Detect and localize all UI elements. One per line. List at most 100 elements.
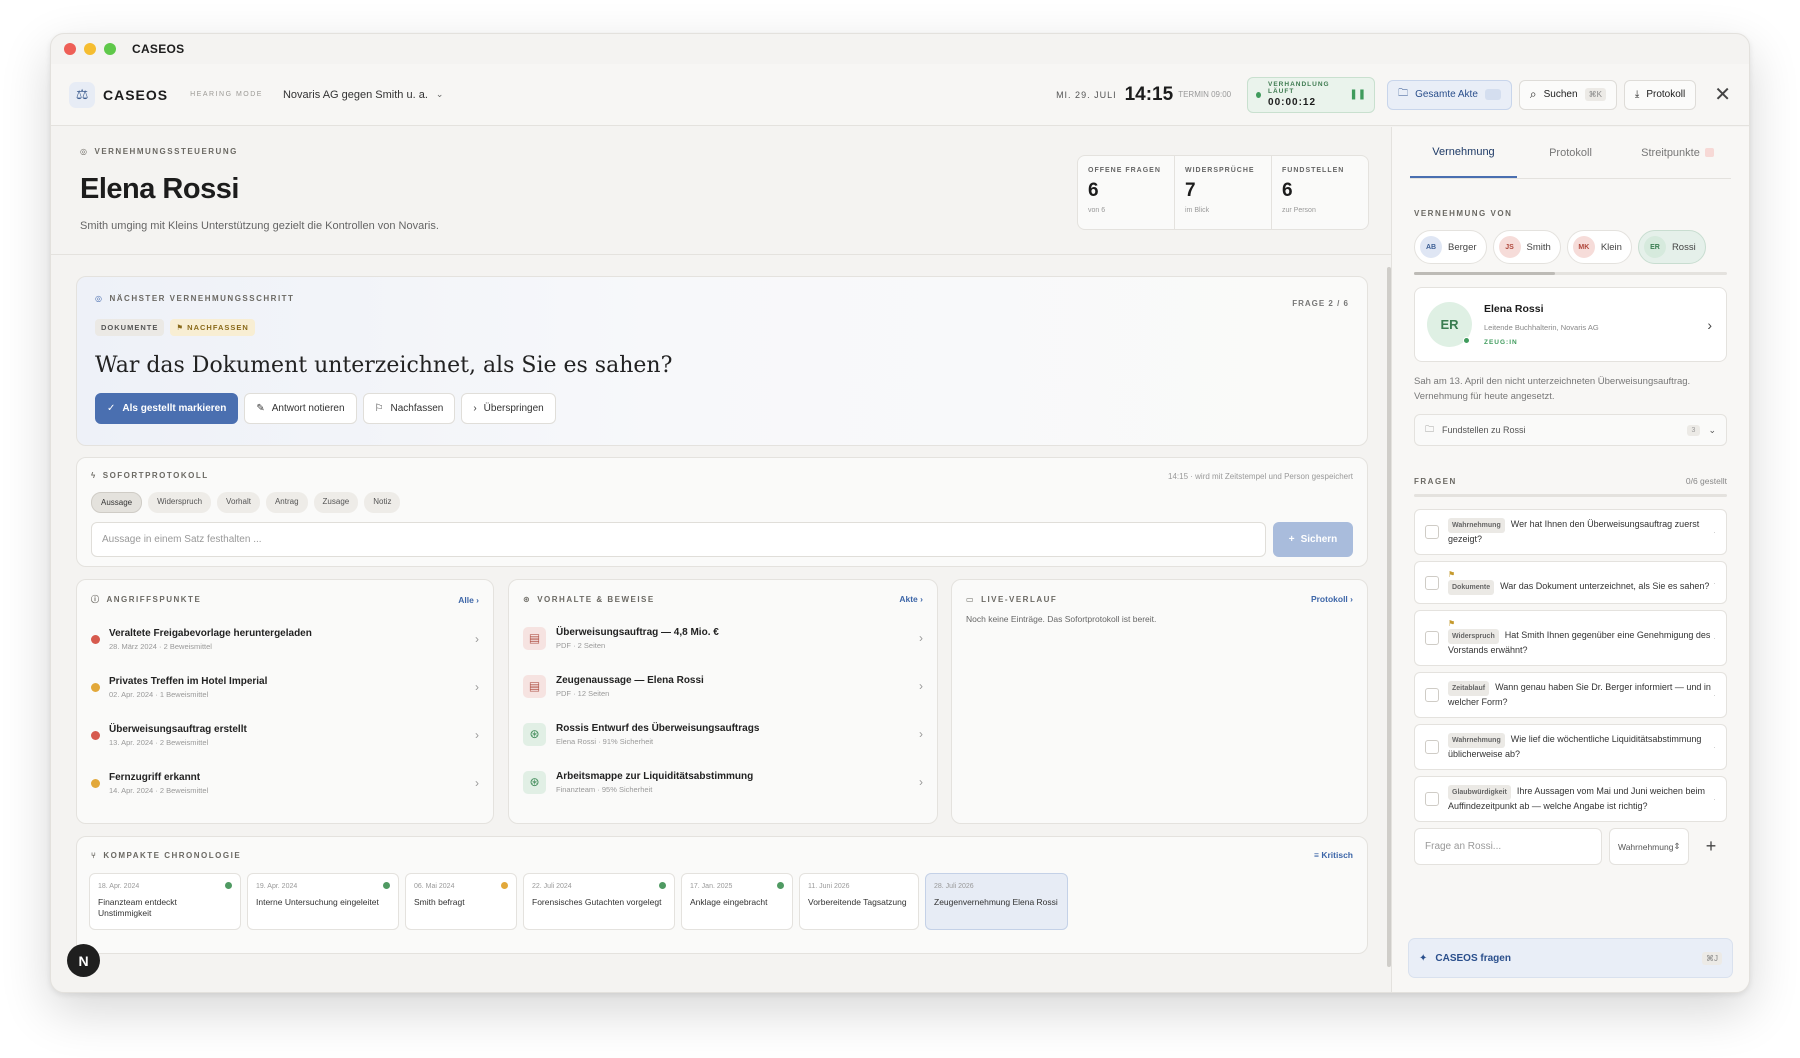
timeline-event-current[interactable]: 28. Juli 2026 Zeugenvernehmung Elena Ros… xyxy=(925,873,1068,930)
save-button[interactable]: + Sichern xyxy=(1273,522,1353,557)
question-item[interactable]: Wahrnehmung Wer hat Ihnen den Überweisung… xyxy=(1414,509,1727,555)
question-checkbox[interactable] xyxy=(1425,740,1439,754)
question-item[interactable]: Zeitablauf Wann genau haben Sie Dr. Berge… xyxy=(1414,672,1727,718)
skip-button[interactable]: › Überspringen xyxy=(461,393,556,424)
person-chip-rossi[interactable]: ER Rossi xyxy=(1637,230,1706,264)
event-date: 06. Mai 2024 xyxy=(414,883,455,890)
question-item[interactable]: Wahrnehmung Wie lief die wöchentliche Liq… xyxy=(1414,724,1727,770)
caseos-ask-button[interactable]: ✦ CASEOS fragen ⌘J xyxy=(1408,938,1733,978)
timeline-event[interactable]: 17. Jan. 2025 Anklage eingebracht xyxy=(681,873,793,930)
list-item[interactable]: ⊛ Arbeitsmappe zur Liquiditätsabstimmung… xyxy=(509,758,937,806)
stat-open-questions: OFFENE FRAGEN 6 von 6 xyxy=(1078,156,1175,229)
chip-motion[interactable]: Antrag xyxy=(265,492,308,513)
attack-points-title: ⓘ ANGRIFFSPUNKTE xyxy=(91,594,201,605)
chip-statement[interactable]: Aussage xyxy=(91,492,143,513)
question-item[interactable]: ⚑ Dokumente War das Dokument unterzeichne… xyxy=(1414,561,1727,604)
list-item[interactable]: Privates Treffen im Hotel Imperial 02. Ap… xyxy=(77,663,493,711)
search-button[interactable]: ⌕ Suchen ⌘K xyxy=(1518,79,1617,110)
full-file-button[interactable]: 🗀 Gesamte Akte xyxy=(1387,79,1512,110)
evidence-file-link[interactable]: Akte › xyxy=(899,594,923,604)
list-item[interactable]: Veraltete Freigabevorlage heruntergelade… xyxy=(77,615,493,663)
avatar: ER xyxy=(1643,236,1666,258)
question-checkbox[interactable] xyxy=(1425,631,1439,645)
follow-up-button[interactable]: ⚐ Nachfassen xyxy=(362,393,456,424)
stats-panel: OFFENE FRAGEN 6 von 6 WIDERSPRÜCHE 7 im … xyxy=(1077,155,1369,230)
pause-button[interactable]: ❚❚ xyxy=(1349,89,1366,100)
hearing-status-label: VERHANDLUNG LÄUFT xyxy=(1268,81,1330,95)
chip-commitment[interactable]: Zusage xyxy=(313,492,359,513)
list-item-meta: PDF · 12 Seiten xyxy=(556,688,610,698)
mark-asked-label: Als gestellt markieren xyxy=(122,403,227,414)
attack-points-all-link[interactable]: Alle › xyxy=(458,595,479,605)
severity-dot xyxy=(91,778,100,788)
list-item[interactable]: ▤ Zeugenaussage — Elena Rossi PDF · 12 Se… xyxy=(509,662,937,710)
question-checkbox[interactable] xyxy=(1425,525,1439,539)
timeline-event[interactable]: 18. Apr. 2024 Finanzteam entdeckt Unstim… xyxy=(89,873,241,930)
chip-contradiction[interactable]: Widerspruch xyxy=(148,492,212,513)
timeline-event[interactable]: 22. Juli 2024 Forensisches Gutachten vor… xyxy=(523,873,675,930)
person-card[interactable]: ER Elena Rossi Leitende Buchhalterin, No… xyxy=(1414,287,1727,362)
person-chip-smith[interactable]: JS Smith xyxy=(1492,230,1561,264)
person-chip-berger[interactable]: AB Berger xyxy=(1414,230,1487,264)
drag-handle-icon[interactable]: · xyxy=(1713,526,1716,539)
questions-list: Wahrnehmung Wer hat Ihnen den Überweisung… xyxy=(1414,509,1727,822)
stat-value: 6 xyxy=(1282,180,1293,201)
mark-asked-button[interactable]: ✓ Als gestellt markieren xyxy=(95,393,239,424)
minimize-window-button[interactable] xyxy=(84,43,96,55)
list-item[interactable]: Fernzugriff erkannt 14. Apr. 2024 · 2 Bew… xyxy=(77,759,493,807)
interrogation-of-label: VERNEHMUNG VON xyxy=(1414,209,1513,218)
timeline-event[interactable]: 19. Apr. 2024 Interne Untersuchung einge… xyxy=(247,873,399,930)
drag-handle-icon[interactable]: · xyxy=(1713,632,1716,645)
drag-handle-icon[interactable]: · xyxy=(1713,741,1716,754)
case-selector[interactable]: Novaris AG gegen Smith u. a. ⌄ xyxy=(283,89,443,101)
bolt-icon: ϟ xyxy=(91,471,97,480)
list-item[interactable]: ⊛ Rossis Entwurf des Überweisungsauftrag… xyxy=(509,710,937,758)
attack-points-card: ⓘ ANGRIFFSPUNKTE Alle › Veraltete Freiga… xyxy=(76,579,494,824)
instant-protocol-card: ϟ SOFORTPROTOKOLL 14:15 · wird mit Zeits… xyxy=(76,457,1368,567)
question-category-select[interactable]: Wahrnehmung ⇕ xyxy=(1609,828,1689,865)
timeline-event[interactable]: 11. Juni 2026 Vorbereitende Tagsatzung xyxy=(799,873,919,930)
severity-dot xyxy=(91,730,100,740)
statement-input[interactable]: Aussage in einem Satz festhalten ... xyxy=(91,522,1266,557)
main-panel: ◎ VERNEHMUNGSSTEUERUNG Elena Rossi Smith… xyxy=(51,127,1391,992)
caseos-ask-label: CASEOS fragen xyxy=(1435,952,1511,964)
chip-note[interactable]: Notiz xyxy=(364,492,401,513)
question-item[interactable]: Glaubwürdigkeit Ihre Aussagen vom Mai und… xyxy=(1414,776,1727,822)
chip-confrontation[interactable]: Vorhalt xyxy=(217,492,260,513)
drag-handle-icon[interactable]: · xyxy=(1713,793,1716,806)
list-item[interactable]: Überweisungsauftrag erstellt 13. Apr. 202… xyxy=(77,711,493,759)
chevron-right-icon: › xyxy=(475,776,479,790)
fingerprint-icon: ⊛ xyxy=(523,594,532,604)
severity-dot xyxy=(91,682,100,692)
assistant-avatar-button[interactable]: N xyxy=(67,944,100,977)
person-chip-klein[interactable]: MK Klein xyxy=(1566,230,1632,264)
tab-protocol[interactable]: Protokoll xyxy=(1517,127,1624,178)
drag-handle-icon[interactable]: · xyxy=(1713,689,1716,702)
caseos-ask-shortcut: ⌘J xyxy=(1702,951,1722,965)
tab-interrogation[interactable]: Vernehmung xyxy=(1410,127,1517,178)
live-log-protocol-link[interactable]: Protokoll › xyxy=(1311,594,1353,604)
maximize-window-button[interactable] xyxy=(104,43,116,55)
question-checkbox[interactable] xyxy=(1425,792,1439,806)
question-item[interactable]: ⚑ Widerspruch Hat Smith Ihnen gegenüber e… xyxy=(1414,610,1727,666)
question-counter: FRAGE 2 / 6 xyxy=(1292,299,1349,308)
list-item[interactable]: ▤ Überweisungsauftrag — 4,8 Mio. € PDF · … xyxy=(509,614,937,662)
question-checkbox[interactable] xyxy=(1425,575,1439,590)
protocol-download-button[interactable]: ⤓ Protokoll xyxy=(1623,79,1697,110)
chronology-filter[interactable]: ≡ Kritisch xyxy=(1314,850,1353,860)
drag-handle-icon[interactable]: · xyxy=(1713,577,1716,590)
close-window-button[interactable] xyxy=(64,43,76,55)
stat-sub: von 6 xyxy=(1088,207,1106,214)
findings-dropdown[interactable]: 🗀 Fundstellen zu Rossi 3 ⌄ xyxy=(1414,414,1727,446)
add-question-button[interactable]: + xyxy=(1696,836,1726,857)
note-answer-button[interactable]: ✎ Antwort notieren xyxy=(244,393,357,424)
question-input[interactable]: Frage an Rossi... xyxy=(1414,828,1602,865)
header-divider xyxy=(51,254,1391,255)
close-icon[interactable]: ✕ xyxy=(1714,82,1731,107)
pdf-icon: ▤ xyxy=(523,674,546,698)
person-scroll-bar[interactable] xyxy=(1414,272,1727,275)
timeline-event[interactable]: 06. Mai 2024 Smith befragt xyxy=(405,873,517,930)
question-checkbox[interactable] xyxy=(1425,688,1439,702)
tab-disputes[interactable]: Streitpunkte xyxy=(1624,127,1731,178)
severity-dot xyxy=(91,634,100,644)
